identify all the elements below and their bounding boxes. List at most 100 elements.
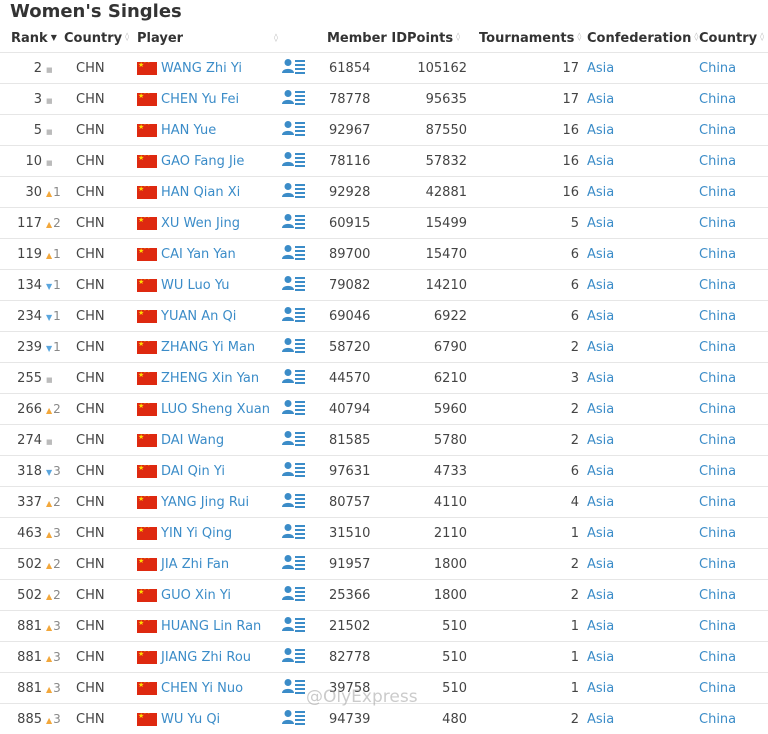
player-profile-icon[interactable] [282,430,306,450]
confederation-link[interactable]: Asia [587,185,614,200]
column-header-points[interactable]: Points◊ [407,24,475,53]
confederation-link[interactable]: Asia [587,402,614,417]
country-link[interactable]: China [699,216,736,231]
player-link[interactable]: JIA Zhi Fan [161,557,229,572]
confederation-link[interactable]: Asia [587,371,614,386]
player-profile-icon[interactable] [282,523,306,543]
confederation-link[interactable]: Asia [587,216,614,231]
column-header-tournaments[interactable]: Tournaments◊ [475,24,583,53]
player-link[interactable]: YANG Jing Rui [161,495,249,510]
confederation-link[interactable]: Asia [587,464,614,479]
confederation-link[interactable]: Asia [587,340,614,355]
player-profile-icon[interactable] [282,585,306,605]
player-profile-icon[interactable] [282,182,306,202]
column-header-country[interactable]: Country◊ [64,24,137,53]
player-profile-icon[interactable] [282,616,306,636]
confederation-link[interactable]: Asia [587,619,614,634]
player-link[interactable]: ZHENG Xin Yan [161,371,259,386]
player-link[interactable]: XU Wen Jing [161,216,240,231]
player-link[interactable]: YIN Yi Qing [161,526,232,541]
confederation-link[interactable]: Asia [587,92,614,107]
country-link[interactable]: China [699,92,736,107]
player-profile-icon[interactable] [282,244,306,264]
player-link[interactable]: GUO Xin Yi [161,588,231,603]
player-profile-icon[interactable] [282,213,306,233]
confederation-link[interactable]: Asia [587,278,614,293]
player-profile-icon[interactable] [282,306,306,326]
player-link[interactable]: HUANG Lin Ran [161,619,261,634]
player-profile-icon[interactable] [282,399,306,419]
column-header-confederation[interactable]: Confederation◊ [583,24,693,53]
country-link[interactable]: China [699,557,736,572]
player-profile-icon[interactable] [282,120,306,140]
country-link[interactable]: China [699,123,736,138]
confederation-link[interactable]: Asia [587,588,614,603]
table-row: 10■CHNGAO Fang Jie781165783216AsiaChina [0,146,768,177]
country-link[interactable]: China [699,61,736,76]
player-profile-icon[interactable] [282,275,306,295]
confederation-link[interactable]: Asia [587,526,614,541]
country-link[interactable]: China [699,433,736,448]
country-code: CHN [64,456,137,487]
confederation-link[interactable]: Asia [587,681,614,696]
player-link[interactable]: ZHANG Yi Man [161,340,255,355]
player-profile-icon[interactable] [282,709,306,729]
player-profile-icon[interactable] [282,678,306,698]
player-profile-icon[interactable] [282,368,306,388]
country-link[interactable]: China [699,650,736,665]
column-header-country-name[interactable]: Country◊ [693,24,768,53]
player-link[interactable]: WANG Zhi Yi [161,61,242,76]
player-link[interactable]: CAI Yan Yan [161,247,236,262]
player-link[interactable]: JIANG Zhi Rou [161,650,251,665]
player-profile-icon[interactable] [282,492,306,512]
column-header-member-id[interactable]: Member ID [323,24,407,53]
player-link[interactable]: HAN Qian Xi [161,185,240,200]
player-link[interactable]: WU Yu Qi [161,712,220,727]
player-profile-icon[interactable] [282,58,306,78]
player-link[interactable]: LUO Sheng Xuan [161,402,270,417]
country-link[interactable]: China [699,681,736,696]
country-link[interactable]: China [699,185,736,200]
country-link[interactable]: China [699,588,736,603]
country-link[interactable]: China [699,309,736,324]
confederation-link[interactable]: Asia [587,495,614,510]
country-link[interactable]: China [699,402,736,417]
player-link[interactable]: DAI Qin Yi [161,464,225,479]
confederation-link[interactable]: Asia [587,557,614,572]
country-link[interactable]: China [699,526,736,541]
table-row: 881▲3CHNHUANG Lin Ran215025101AsiaChina [0,611,768,642]
confederation-link[interactable]: Asia [587,154,614,169]
player-profile-icon[interactable] [282,337,306,357]
country-link[interactable]: China [699,154,736,169]
player-profile-icon[interactable] [282,151,306,171]
confederation-link[interactable]: Asia [587,123,614,138]
player-link[interactable]: YUAN An Qi [161,309,236,324]
player-link[interactable]: HAN Yue [161,123,216,138]
confederation-link[interactable]: Asia [587,61,614,76]
confederation-link[interactable]: Asia [587,247,614,262]
country-link[interactable]: China [699,340,736,355]
confederation-link[interactable]: Asia [587,309,614,324]
confederation-link[interactable]: Asia [587,712,614,727]
player-link[interactable]: DAI Wang [161,433,224,448]
player-profile-icon[interactable] [282,647,306,667]
player-link[interactable]: GAO Fang Jie [161,154,244,169]
player-link[interactable]: CHEN Yi Nuo [161,681,243,696]
column-header-rank[interactable]: Rank▼ [0,24,64,53]
player-profile-icon[interactable] [282,461,306,481]
player-link[interactable]: CHEN Yu Fei [161,92,239,107]
player-profile-icon[interactable] [282,89,306,109]
country-link[interactable]: China [699,712,736,727]
country-link[interactable]: China [699,278,736,293]
confederation-link[interactable]: Asia [587,650,614,665]
country-link[interactable]: China [699,371,736,386]
country-link[interactable]: China [699,495,736,510]
column-header-player[interactable]: Player◊ [137,24,282,53]
confederation-link[interactable]: Asia [587,433,614,448]
player-link[interactable]: WU Luo Yu [161,278,230,293]
country-link[interactable]: China [699,619,736,634]
rank-change-value: 1 [53,247,61,261]
player-profile-icon[interactable] [282,554,306,574]
country-link[interactable]: China [699,464,736,479]
country-link[interactable]: China [699,247,736,262]
